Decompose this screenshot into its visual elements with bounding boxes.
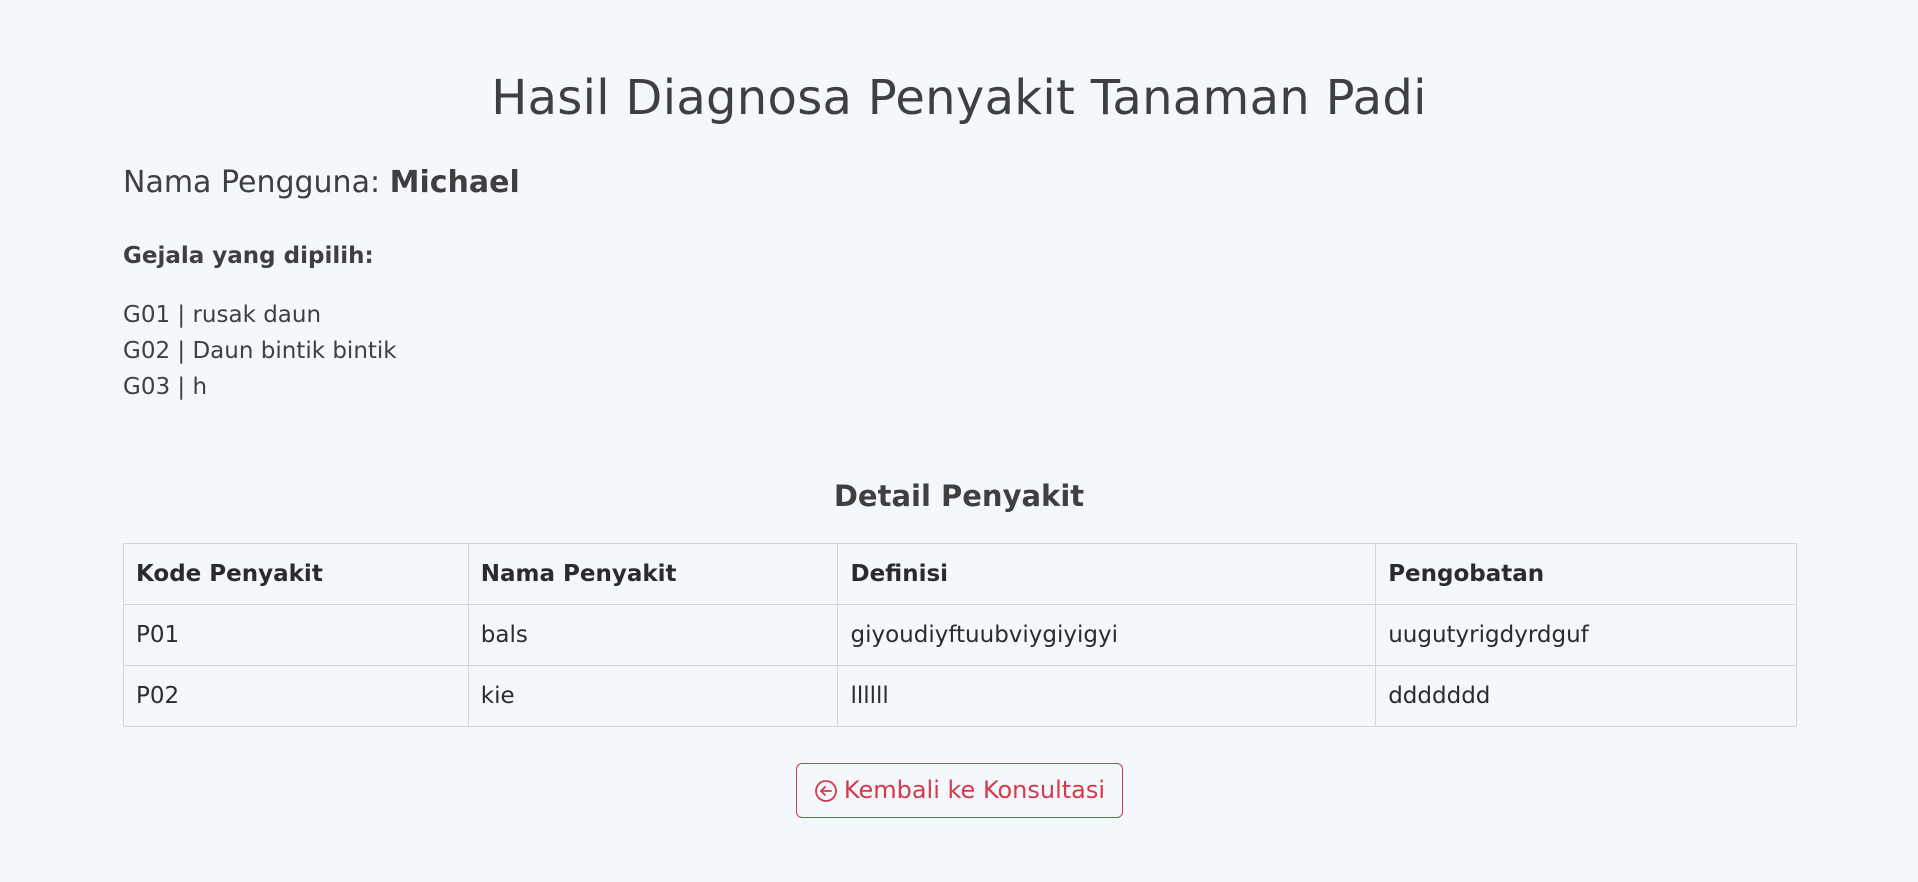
cell-nama: kie — [467, 665, 839, 727]
cell-nama: bals — [467, 604, 839, 666]
table-row: P02 kie llllll ddddddd — [123, 665, 1797, 727]
symptoms-heading: Gejala yang dipilih: — [123, 243, 374, 269]
circle-arrow-left-icon — [814, 779, 838, 803]
symptom-item: G02 | Daun bintik bintik — [123, 338, 397, 364]
back-to-consultation-button[interactable]: Kembali ke Konsultasi — [796, 763, 1123, 818]
detail-section-title: Detail Penyakit — [833, 479, 1085, 513]
symptom-item: G01 | rusak daun — [123, 302, 322, 328]
page-container: Hasil Diagnosa Penyakit Tanaman Padi Nam… — [0, 0, 1918, 882]
symptom-item: G03 | h — [123, 374, 208, 400]
disease-table: Kode Penyakit Nama Penyakit Definisi Pen… — [123, 543, 1797, 727]
table-row: P01 bals giyoudiyftuubviygiyigyi uugutyr… — [123, 604, 1797, 666]
column-header-definisi: Definisi — [837, 543, 1377, 605]
column-header-kode: Kode Penyakit — [123, 543, 469, 605]
cell-pengobatan: uugutyrigdyrdguf — [1375, 604, 1797, 666]
column-header-pengobatan: Pengobatan — [1375, 543, 1797, 605]
cell-pengobatan: ddddddd — [1375, 665, 1797, 727]
user-name: Michael — [389, 165, 520, 200]
table-header-row: Kode Penyakit Nama Penyakit Definisi Pen… — [123, 543, 1797, 605]
column-header-nama: Nama Penyakit — [467, 543, 839, 605]
symptom-list: G01 | rusak daun G02 | Daun bintik binti… — [123, 297, 397, 405]
cell-kode: P01 — [123, 604, 469, 666]
user-line: Nama Pengguna: Michael — [123, 163, 520, 203]
back-button-label: Kembali ke Konsultasi — [843, 776, 1106, 804]
cell-definisi: llllll — [837, 665, 1377, 727]
page-title: Hasil Diagnosa Penyakit Tanaman Padi — [491, 70, 1427, 126]
user-label: Nama Pengguna: — [123, 165, 381, 200]
cell-definisi: giyoudiyftuubviygiyigyi — [837, 604, 1377, 666]
cell-kode: P02 — [123, 665, 469, 727]
